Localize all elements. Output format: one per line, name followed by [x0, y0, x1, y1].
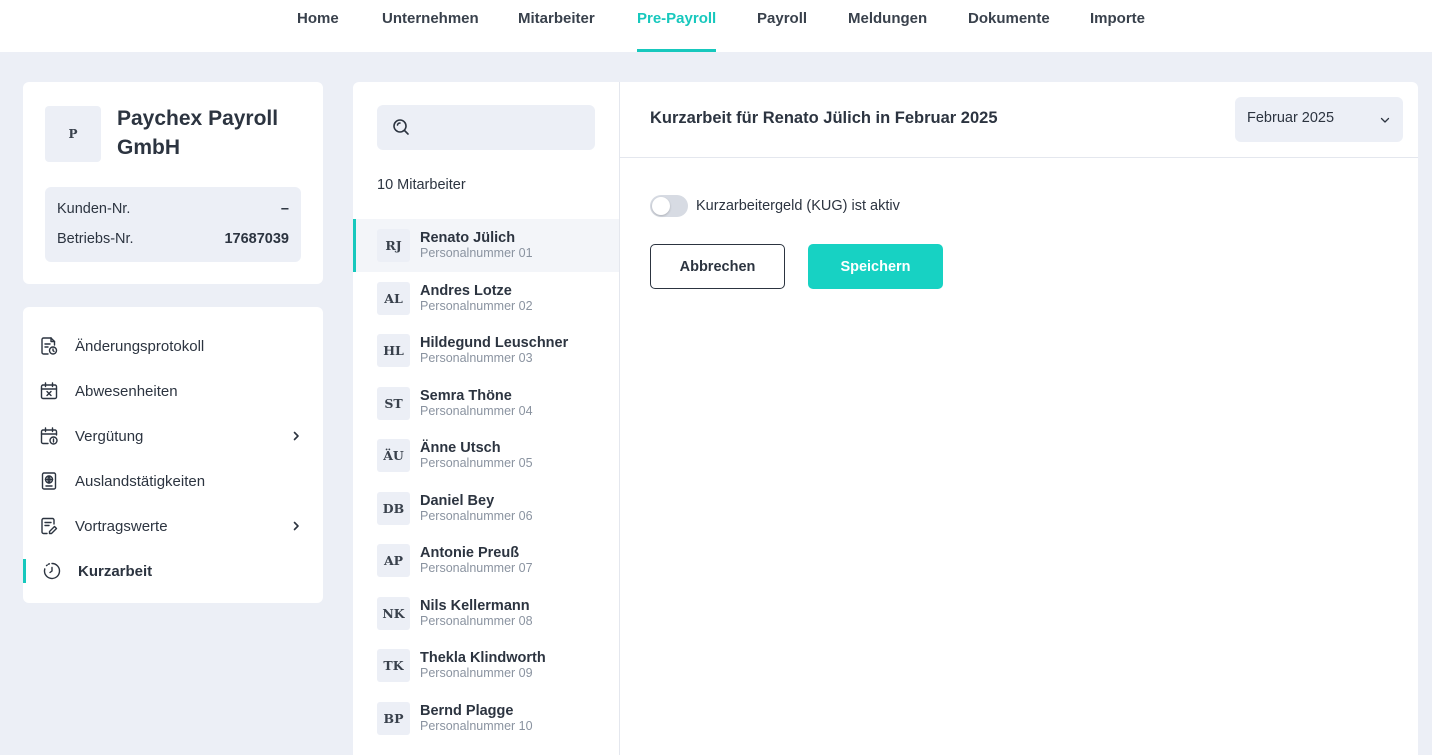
employee-personnel-number: Personalnummer 05 [420, 456, 533, 470]
employee-name: Renato Jülich [420, 230, 516, 246]
employee-name: Antonie Preuß [420, 545, 520, 561]
employee-avatar: RJ [377, 229, 410, 262]
main-header: Kurzarbeit für Renato Jülich in Februar … [620, 82, 1418, 158]
business-number-label: Betriebs-Nr. [57, 231, 134, 247]
search-icon [391, 117, 411, 137]
employee-list-item[interactable]: RJ Renato Jülich Personalnummer 01 [353, 219, 619, 272]
employee-personnel-number: Personalnummer 07 [420, 561, 533, 575]
employee-name: Änne Utsch [420, 440, 501, 456]
employee-avatar: ÄU [377, 439, 410, 472]
employee-personnel-number: Personalnummer 04 [420, 403, 533, 418]
employee-personnel-number: Personalnummer 03 [420, 351, 533, 365]
company-logo: P [45, 106, 101, 162]
month-select-value: Februar 2025 [1247, 110, 1335, 126]
menu-item-label: Änderungsprotokoll [75, 337, 205, 355]
menu-item-aenderungsprotokoll[interactable]: Änderungsprotokoll [23, 326, 323, 366]
toggle-knob [652, 197, 670, 215]
main-panel: Kurzarbeit für Renato Jülich in Februar … [619, 82, 1418, 755]
menu-item-auslandstaetigkeiten[interactable]: Auslandstätigkeiten [23, 461, 323, 501]
customer-number-row: Kunden-Nr. – [57, 199, 289, 219]
menu-item-label: Auslandstätigkeiten [75, 472, 206, 490]
chevron-right-icon [289, 429, 303, 443]
employee-personnel-number: Personalnummer 08 [420, 613, 533, 628]
employee-name: Andres Lotze [420, 282, 512, 299]
calendar-money-icon [38, 425, 60, 447]
cancel-button[interactable]: Abbrechen [650, 244, 785, 289]
nav-meldungen[interactable]: Meldungen [848, 0, 927, 52]
chevron-right-icon [289, 519, 303, 533]
employee-list-item[interactable]: ST Semra Thöne Personalnummer 04 [353, 377, 619, 430]
employee-list-item[interactable]: BP Bernd Plagge Personalnummer 10 [353, 692, 619, 745]
employee-avatar: NK [377, 596, 410, 630]
menu-item-verguetung[interactable]: Vergütung [23, 416, 323, 456]
save-button[interactable]: Speichern [808, 244, 943, 289]
employee-avatar: DB [377, 491, 410, 525]
page-title: Kurzarbeit für Renato Jülich in Februar … [650, 109, 998, 127]
month-select[interactable]: Februar 2025 [1235, 97, 1403, 142]
customer-number-label: Kunden-Nr. [57, 201, 131, 217]
business-number-row: Betriebs-Nr. 17687039 [57, 229, 289, 249]
employee-list-item[interactable]: HL Hildegund Leuschner Personalnummer 03 [353, 324, 619, 377]
document-edit-icon [38, 515, 60, 537]
employee-name: Hildegund Leuschner [420, 335, 569, 351]
chevron-down-icon [1379, 113, 1391, 125]
employee-personnel-number: Personalnummer 06 [420, 508, 533, 523]
employee-name: Semra Thöne [420, 387, 512, 404]
kug-toggle-label: Kurzarbeitergeld (KUG) ist aktiv [696, 198, 900, 214]
search-input[interactable] [421, 105, 589, 150]
calendar-x-icon [38, 380, 60, 402]
employee-list-item[interactable]: TK Thekla Klindworth Personalnummer 09 [353, 639, 619, 692]
menu-item-vortragswerte[interactable]: Vortragswerte [23, 506, 323, 546]
employee-list-item[interactable]: AP Antonie Preuß Personalnummer 07 [353, 534, 619, 587]
company-ids-box: Kunden-Nr. – Betriebs-Nr. 17687039 [45, 187, 301, 262]
menu-item-kurzarbeit[interactable]: Kurzarbeit [23, 551, 323, 591]
employee-list-panel: 10 Mitarbeiter RJ Renato Jülich Personal… [353, 82, 619, 755]
nav-dokumente[interactable]: Dokumente [968, 0, 1050, 52]
employee-name: Daniel Bey [420, 492, 495, 509]
employee-avatar: AL [377, 281, 410, 315]
menu-item-label: Vergütung [75, 427, 144, 445]
nav-pre-payroll[interactable]: Pre-Payroll [637, 0, 717, 52]
employee-name: Bernd Plagge [420, 702, 514, 719]
nav-unternehmen[interactable]: Unternehmen [382, 0, 479, 52]
employee-name: Nils Kellermann [420, 597, 530, 614]
search-box [377, 105, 595, 150]
employee-list-item[interactable]: NK Nils Kellermann Personalnummer 08 [353, 587, 619, 640]
employee-list-item[interactable]: ÄU Änne Utsch Personalnummer 05 [353, 429, 619, 482]
kug-toggle-row: Kurzarbeitergeld (KUG) ist aktiv [650, 195, 900, 217]
nav-payroll[interactable]: Payroll [757, 0, 807, 52]
employee-name: Thekla Klindworth [420, 650, 546, 666]
employee-personnel-number: Personalnummer 09 [420, 666, 533, 680]
employee-personnel-number: Personalnummer 10 [420, 718, 533, 733]
menu-item-label: Kurzarbeit [78, 562, 153, 580]
employee-list-item[interactable]: DB Daniel Bey Personalnummer 06 [353, 482, 619, 535]
menu-item-label: Vortragswerte [75, 517, 168, 535]
nav-mitarbeiter[interactable]: Mitarbeiter [518, 0, 595, 52]
menu-item-label: Abwesenheiten [75, 382, 178, 400]
employee-avatar: HL [377, 334, 410, 367]
employee-personnel-number: Personalnummer 01 [420, 246, 533, 260]
document-clock-icon [38, 335, 60, 357]
customer-number-value: – [280, 201, 289, 217]
company-name: Paychex Payroll GmbH [117, 107, 279, 159]
employee-list-item[interactable]: AL Andres Lotze Personalnummer 02 [353, 272, 619, 325]
employee-list: RJ Renato Jülich Personalnummer 01 AL An… [353, 219, 619, 744]
employee-avatar: ST [377, 386, 410, 420]
employee-count: 10 Mitarbeiter [377, 177, 466, 193]
business-number-value: 17687039 [224, 231, 289, 247]
nav-home[interactable]: Home [297, 0, 339, 52]
passport-icon [38, 470, 60, 492]
nav-importe[interactable]: Importe [1090, 0, 1145, 52]
employee-avatar: TK [377, 649, 410, 682]
employee-personnel-number: Personalnummer 02 [420, 298, 533, 313]
kug-toggle[interactable] [650, 195, 688, 217]
employee-avatar: AP [377, 544, 410, 577]
side-menu: Änderungsprotokoll Abwesenheiten Vergütu… [23, 307, 323, 603]
top-navigation: Home Unternehmen Mitarbeiter Pre-Payroll… [0, 0, 1432, 52]
timer-icon [41, 560, 63, 582]
menu-item-abwesenheiten[interactable]: Abwesenheiten [23, 371, 323, 411]
employee-avatar: BP [377, 701, 410, 735]
company-card: P Paychex Payroll GmbH Kunden-Nr. – Betr… [23, 82, 323, 284]
